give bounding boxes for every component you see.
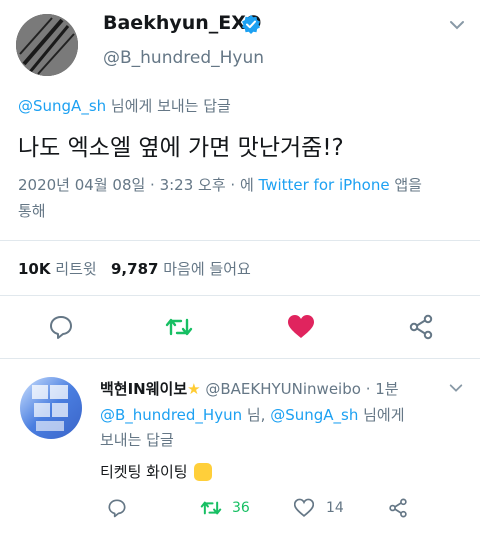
reply-author-handle[interactable]: @BAEKHYUNinweibo [205,380,361,398]
star-emoji-icon: ★ [187,380,201,398]
avatar-image [16,14,78,76]
reply-time[interactable]: · 1분 [361,380,399,398]
reply-like-button[interactable]: 14 [294,498,344,518]
like-count[interactable]: 9,787 [111,260,158,278]
divider [0,358,480,359]
reply-retweet-button[interactable]: 36 [200,498,250,518]
tweet-text: 나도 엑소엘 옆에 가면 맛난거줌!? [18,135,344,161]
retweet-count[interactable]: 10K [18,260,51,278]
tweet-meta: 2020년 04월 08일 · 3:23 오후 · 에 Twitter for … [18,174,422,195]
chevron-down-icon[interactable] [448,16,466,38]
reply-reply-icon[interactable] [107,498,127,522]
fist-emoji-icon [193,462,212,481]
source-link[interactable]: Twitter for iPhone [259,176,390,194]
reply-context: @SungA_sh 님에게 보내는 답글 [18,95,231,116]
author-name[interactable]: Baekhyun_EXO [103,12,261,34]
mention-link[interactable]: @B_hundred_Hyun [100,406,242,424]
reply-text-row: 티켓팅 화이팅 [100,461,212,482]
reply-author-avatar[interactable] [20,377,82,439]
retweet-count: 36 [232,500,250,516]
divider [0,295,480,296]
reply-share-icon[interactable] [388,498,408,522]
reply-text: 티켓팅 화이팅 [100,463,188,481]
reply-author-name[interactable]: 백현IN웨이보 [100,380,187,398]
verified-badge-icon [241,14,261,38]
heart-icon [294,498,314,517]
author-handle[interactable]: @B_hundred_Hyun [103,48,264,68]
like-label[interactable]: 마음에 들어요 [163,260,251,278]
heart-icon[interactable] [287,314,315,344]
reply-to-suffix: 님에게 보내는 답글 [106,97,231,115]
reply-mentions-line2: 보내는 답글 [100,431,174,449]
retweet-icon[interactable] [165,314,193,344]
reply-to-handle[interactable]: @SungA_sh [18,97,106,115]
reply-header: 백현IN웨이보★ @BAEKHYUNinweibo · 1분 [100,378,399,399]
like-count: 14 [326,500,344,516]
reply-icon[interactable] [48,314,74,344]
divider [0,240,480,241]
share-icon[interactable] [408,314,434,344]
source-suffix: 앱을 [389,176,422,194]
mention-suffix: 님에게 [358,406,405,424]
tweet-stats: 10K 리트윗 9,787 마음에 들어요 [18,258,251,279]
chevron-down-icon[interactable] [448,380,464,400]
reply-mentions: @B_hundred_Hyun 님, @SungA_sh 님에게 [100,404,405,425]
source-suffix-line2: 통해 [18,202,46,220]
timestamp[interactable]: 2020년 04월 08일 · 3:23 오후 · 에 [18,176,259,194]
retweet-label[interactable]: 리트윗 [55,260,96,278]
mention-link[interactable]: @SungA_sh [270,406,358,424]
mention-sep: 님, [242,406,271,424]
avatar-image [20,377,82,439]
author-avatar[interactable] [16,14,78,76]
retweet-icon [200,501,222,515]
